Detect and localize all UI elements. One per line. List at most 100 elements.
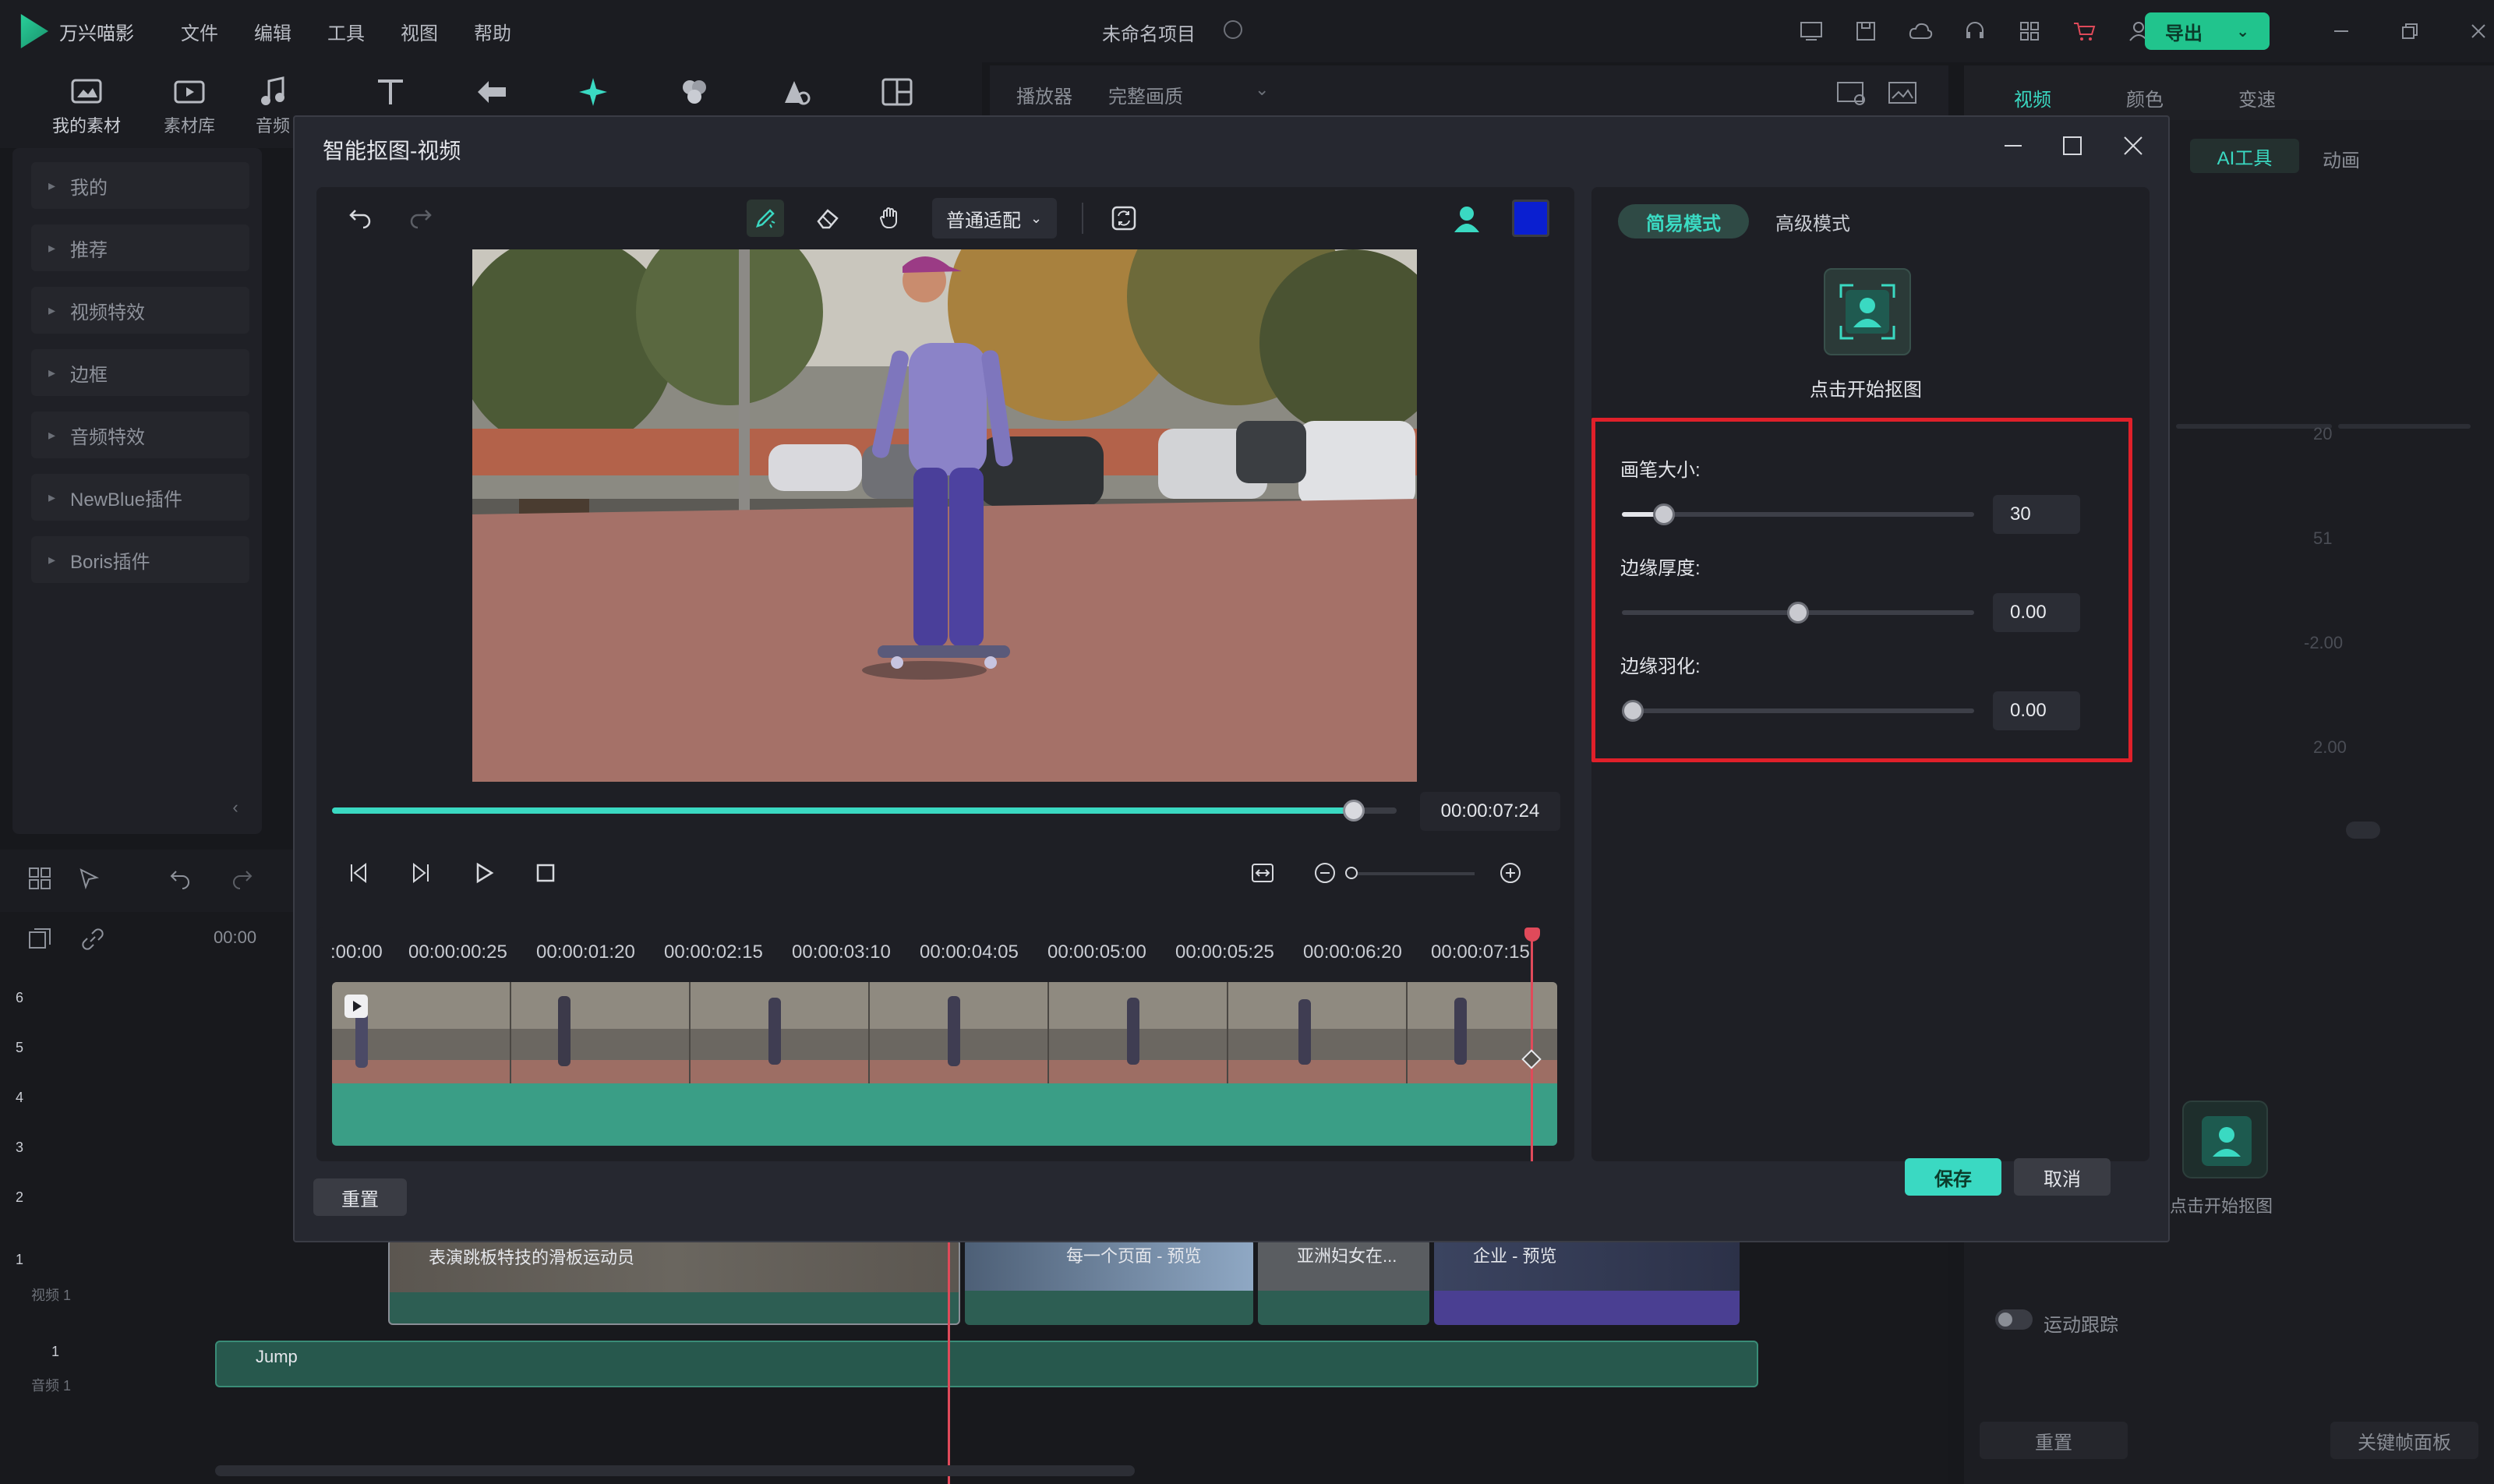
menu-view[interactable]: 视图 — [401, 18, 438, 45]
edge-feather-slider[interactable] — [1621, 700, 1974, 722]
close-icon[interactable] — [2121, 134, 2145, 161]
prop-reset-button[interactable]: 重置 — [1980, 1422, 2128, 1459]
quality-select[interactable]: 完整画质 — [1108, 81, 1183, 108]
timeline-scrollbar[interactable] — [215, 1465, 1135, 1476]
my-assets-tab[interactable]: 我的素材 — [44, 75, 129, 137]
brush-tool-icon[interactable] — [747, 200, 784, 237]
edge-thickness-knob[interactable] — [1787, 602, 1809, 624]
cancel-button[interactable]: 取消 — [2014, 1158, 2111, 1196]
fit-timeline-icon[interactable] — [1244, 854, 1281, 892]
cart-icon[interactable] — [2065, 12, 2103, 50]
grid-icon[interactable] — [28, 867, 51, 894]
next-frame-icon[interactable] — [402, 854, 440, 892]
export-button[interactable]: 导出 ⌄ — [2145, 12, 2270, 50]
layout-icon[interactable] — [1793, 12, 1830, 50]
background-color-swatch[interactable] — [1512, 200, 1549, 237]
video-clip-4[interactable]: 企业 - 预览 — [1434, 1239, 1740, 1325]
eraser-icon[interactable] — [809, 200, 846, 237]
redo-icon[interactable] — [231, 867, 254, 894]
audio-clip[interactable]: Jump — [215, 1341, 1758, 1387]
replace-icon[interactable] — [1105, 200, 1143, 237]
video-clip-3[interactable]: 亚洲妇女在... — [1258, 1239, 1429, 1325]
filters-tab[interactable] — [652, 75, 737, 112]
cloud-icon[interactable] — [1902, 12, 1939, 50]
keyframe-panel-button[interactable]: 关键帧面板 — [2330, 1422, 2478, 1459]
video-clip-1[interactable]: 表演跳板特技的滑板运动员 — [388, 1239, 960, 1325]
edge-thickness-input[interactable]: 0.00 — [1993, 593, 2080, 632]
advanced-mode-tab[interactable]: 高级模式 — [1758, 204, 1867, 238]
fit-mode-select[interactable]: 普通适配 ⌄ — [932, 198, 1057, 238]
menu-edit[interactable]: 编辑 — [254, 18, 291, 45]
menu-help[interactable]: 帮助 — [474, 18, 511, 45]
category-newblue[interactable]: NewBlue插件 — [31, 474, 249, 521]
support-icon[interactable] — [1956, 12, 1994, 50]
motion-tracking-toggle[interactable] — [1995, 1309, 2033, 1330]
mask-track[interactable] — [332, 1083, 1557, 1146]
zoom-out-icon[interactable] — [1306, 854, 1344, 892]
undo-icon[interactable] — [341, 200, 379, 237]
undo-icon[interactable] — [168, 867, 192, 894]
effects-tab[interactable] — [550, 75, 636, 112]
zoom-slider[interactable] — [1345, 867, 1475, 879]
edge-feather-input[interactable]: 0.00 — [1993, 691, 2080, 730]
simple-mode-tab[interactable]: 简易模式 — [1618, 204, 1749, 238]
stickers-tab[interactable] — [753, 75, 839, 112]
toggle-switch[interactable] — [2346, 822, 2380, 839]
tab-video[interactable]: 视频 — [2014, 84, 2051, 111]
tab-speed[interactable]: 变速 — [2238, 84, 2276, 111]
ai-cutout-card[interactable] — [2182, 1101, 2268, 1178]
video-clip-2[interactable]: 每一个页面 - 预览 — [965, 1239, 1253, 1325]
video-filmstrip[interactable] — [332, 982, 1557, 1083]
split-screen-tab[interactable] — [854, 75, 940, 112]
stop-icon[interactable] — [527, 854, 564, 892]
progress-knob[interactable] — [1343, 800, 1365, 822]
apps-grid-icon[interactable] — [2011, 12, 2048, 50]
transition-tab[interactable] — [449, 75, 535, 112]
redo-icon[interactable] — [402, 200, 440, 237]
minimize-icon[interactable] — [2001, 134, 2025, 161]
add-track-icon[interactable] — [28, 928, 51, 955]
save-button[interactable]: 保存 — [1905, 1158, 2001, 1196]
tab-ai-tools[interactable]: AI工具 — [2190, 139, 2299, 173]
edge-feather-knob[interactable] — [1621, 700, 1644, 722]
menu-tools[interactable]: 工具 — [327, 18, 365, 45]
maximize-icon[interactable] — [2061, 134, 2084, 161]
person-preview-icon[interactable] — [1448, 200, 1485, 237]
close-window-icon[interactable] — [2460, 12, 2494, 50]
save-icon[interactable] — [1847, 12, 1885, 50]
brush-size-input[interactable]: 30 — [1993, 495, 2080, 534]
brush-size-slider[interactable] — [1622, 504, 1974, 525]
start-cutout-button[interactable] — [1824, 268, 1911, 355]
audio-tab[interactable]: 音频 — [249, 75, 296, 137]
link-icon[interactable] — [81, 928, 104, 955]
restore-icon[interactable] — [2391, 12, 2429, 50]
image-icon[interactable] — [1888, 80, 1919, 110]
library-tab[interactable]: 素材库 — [147, 75, 232, 137]
zoom-in-icon[interactable] — [1492, 854, 1529, 892]
timeline-playhead[interactable] — [948, 1216, 950, 1484]
menu-file[interactable]: 文件 — [181, 18, 218, 45]
category-recommended[interactable]: 推荐 — [31, 224, 249, 271]
bg-slider-track[interactable] — [2338, 424, 2471, 429]
playback-progress[interactable] — [332, 800, 1397, 822]
select-tool-icon[interactable] — [78, 867, 101, 894]
playhead-handle[interactable] — [1524, 928, 1540, 942]
play-icon[interactable] — [465, 854, 502, 892]
collapse-panel-icon[interactable]: ‹ — [220, 792, 251, 823]
tab-color[interactable]: 颜色 — [2126, 84, 2164, 111]
text-tab[interactable] — [348, 75, 433, 112]
prev-frame-icon[interactable] — [340, 854, 377, 892]
minimize-icon[interactable] — [2323, 12, 2360, 50]
category-boris[interactable]: Boris插件 — [31, 536, 249, 583]
tab-animation[interactable]: 动画 — [2323, 145, 2360, 172]
hand-pan-icon[interactable] — [871, 200, 909, 237]
category-video-effects[interactable]: 视频特效 — [31, 287, 249, 334]
bg-slider[interactable] — [2176, 424, 2332, 429]
category-borders[interactable]: 边框 — [31, 349, 249, 396]
dialog-playhead[interactable] — [1531, 928, 1533, 1161]
category-audio-effects[interactable]: 音频特效 — [31, 412, 249, 458]
snapshot-icon[interactable] — [1836, 80, 1867, 110]
reset-button[interactable]: 重置 — [313, 1178, 407, 1216]
zoom-slider-knob[interactable] — [1345, 867, 1358, 879]
edge-thickness-slider[interactable] — [1622, 602, 1974, 624]
